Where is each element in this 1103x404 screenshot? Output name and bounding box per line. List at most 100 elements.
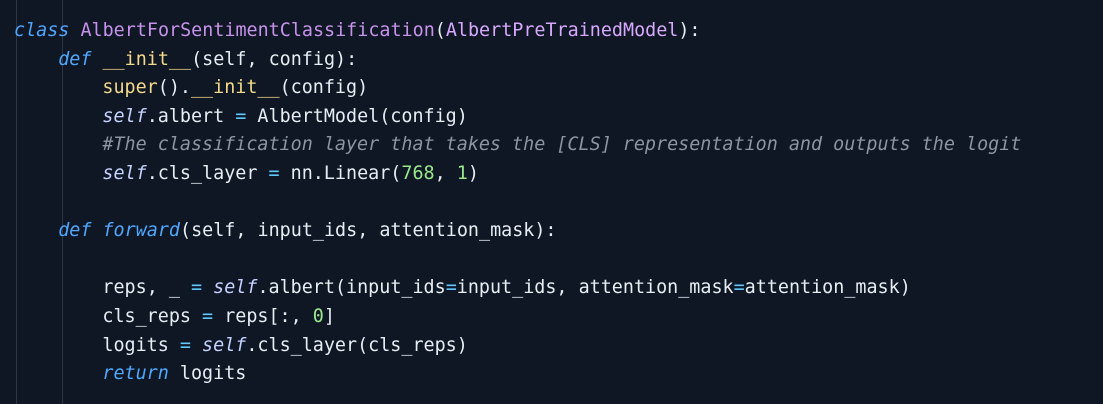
- code-token: self: [102, 105, 147, 127]
- code-token: AlbertPreTrainedModel: [445, 20, 679, 41]
- code-token: =: [257, 162, 291, 184]
- code-token: def: [58, 48, 92, 70]
- code-token: (: [279, 77, 291, 99]
- code-token: =: [445, 277, 457, 299]
- code-line-content: super().__init__(config): [102, 74, 368, 103]
- code-line[interactable]: class AlbertForSentimentClassification(A…: [0, 17, 1103, 46]
- code-line[interactable]: self.cls_layer = nn.Linear(768, 1): [0, 160, 1103, 189]
- code-token: reps: [102, 277, 147, 299]
- code-token: ,: [434, 162, 457, 184]
- code-token: AlbertForSentimentClassification: [80, 20, 435, 41]
- code-token: __init__: [102, 48, 192, 70]
- code-token: cls_reps: [368, 334, 457, 356]
- code-line-content: return logits: [102, 360, 246, 389]
- code-line-content: cls_reps = reps[:, 0]: [102, 303, 335, 332]
- code-token: [:,: [268, 305, 313, 327]
- code-line-content: def forward(self, input_ids, attention_m…: [58, 217, 556, 246]
- code-token: attention_mask: [744, 277, 900, 299]
- code-token: .: [257, 277, 269, 299]
- code-token: =: [224, 105, 258, 127]
- code-token: self: [202, 48, 247, 70]
- code-line[interactable]: def __init__(self, config):: [0, 46, 1103, 75]
- code-token: return: [102, 363, 169, 385]
- code-token: def: [58, 220, 92, 242]
- code-token: ().: [157, 77, 191, 99]
- code-token: (: [191, 48, 203, 70]
- code-line-content: #The classification layer that takes the…: [102, 131, 1021, 160]
- code-token: AlbertModel: [257, 105, 380, 127]
- code-line[interactable]: [0, 189, 1103, 218]
- code-line[interactable]: return logits: [0, 360, 1103, 389]
- code-token: .: [146, 162, 158, 184]
- code-token: ,: [146, 277, 169, 299]
- code-token: ): [467, 162, 479, 184]
- code-token: ,: [357, 220, 380, 242]
- code-token: ):: [335, 48, 358, 70]
- code-token: self: [191, 220, 236, 242]
- code-token: #The classification layer that takes the…: [102, 134, 1022, 156]
- code-token: ]: [323, 305, 335, 327]
- code-token: 0: [312, 305, 324, 327]
- code-token: config: [390, 105, 457, 127]
- code-token: attention_mask: [578, 277, 734, 299]
- code-line-content: logits = self.cls_layer(cls_reps): [102, 332, 467, 361]
- code-line[interactable]: reps, _ = self.albert(input_ids=input_id…: [0, 274, 1103, 303]
- code-lines: class AlbertForSentimentClassification(A…: [0, 17, 1103, 389]
- code-token: ,: [556, 277, 579, 299]
- code-token: albert: [157, 105, 225, 127]
- code-token: ,: [235, 220, 258, 242]
- code-token: input_ids: [456, 277, 557, 299]
- code-line[interactable]: super().__init__(config): [0, 74, 1103, 103]
- code-line-content: class AlbertForSentimentClassification(A…: [14, 17, 701, 46]
- code-token: input_ids: [257, 220, 358, 242]
- code-token: (: [334, 277, 347, 299]
- code-token: self: [102, 162, 147, 184]
- code-token: (: [434, 20, 446, 41]
- code-token: config: [268, 48, 336, 70]
- code-token: ):: [534, 220, 557, 242]
- code-token: class: [14, 20, 70, 41]
- code-token: ): [899, 277, 911, 299]
- code-line[interactable]: #The classification layer that takes the…: [0, 131, 1103, 160]
- code-token: ): [456, 334, 468, 356]
- code-token: cls_reps: [102, 305, 191, 327]
- code-token: reps: [224, 305, 269, 327]
- code-line[interactable]: logits = self.cls_layer(cls_reps): [0, 332, 1103, 361]
- code-token: self: [202, 334, 247, 356]
- code-token: .: [146, 105, 158, 127]
- code-token: nn.Linear: [290, 162, 391, 184]
- code-token: _: [168, 277, 180, 299]
- code-token: attention_mask: [379, 220, 535, 242]
- code-token: 768: [401, 162, 435, 184]
- code-token: self: [213, 277, 258, 299]
- code-token: 1: [456, 162, 468, 184]
- code-token: forward: [102, 220, 180, 242]
- code-token: (: [357, 334, 369, 356]
- code-token: ): [357, 77, 369, 99]
- code-token: .: [246, 334, 258, 356]
- code-token: =: [733, 277, 745, 299]
- code-token: logits: [179, 363, 247, 385]
- code-token: cls_layer: [257, 334, 358, 356]
- code-line-content: def __init__(self, config):: [58, 46, 357, 75]
- code-token: ):: [678, 20, 701, 41]
- code-editor[interactable]: class AlbertForSentimentClassification(A…: [0, 0, 1103, 404]
- code-line-content: self.albert = AlbertModel(config): [102, 103, 467, 132]
- code-token: =: [168, 334, 203, 356]
- code-line[interactable]: cls_reps = reps[:, 0]: [0, 303, 1103, 332]
- code-line[interactable]: [0, 246, 1103, 275]
- code-line[interactable]: def forward(self, input_ids, attention_m…: [0, 217, 1103, 246]
- code-token: config: [290, 77, 358, 99]
- code-token: =: [179, 277, 214, 299]
- code-line-content: self.cls_layer = nn.Linear(768, 1): [102, 160, 479, 189]
- code-line[interactable]: self.albert = AlbertModel(config): [0, 103, 1103, 132]
- code-token: albert: [268, 277, 335, 299]
- code-token: __init__: [190, 77, 280, 99]
- code-token: ,: [246, 48, 269, 70]
- code-token: ): [456, 105, 468, 127]
- code-token: =: [190, 305, 225, 327]
- code-token: (: [390, 162, 402, 184]
